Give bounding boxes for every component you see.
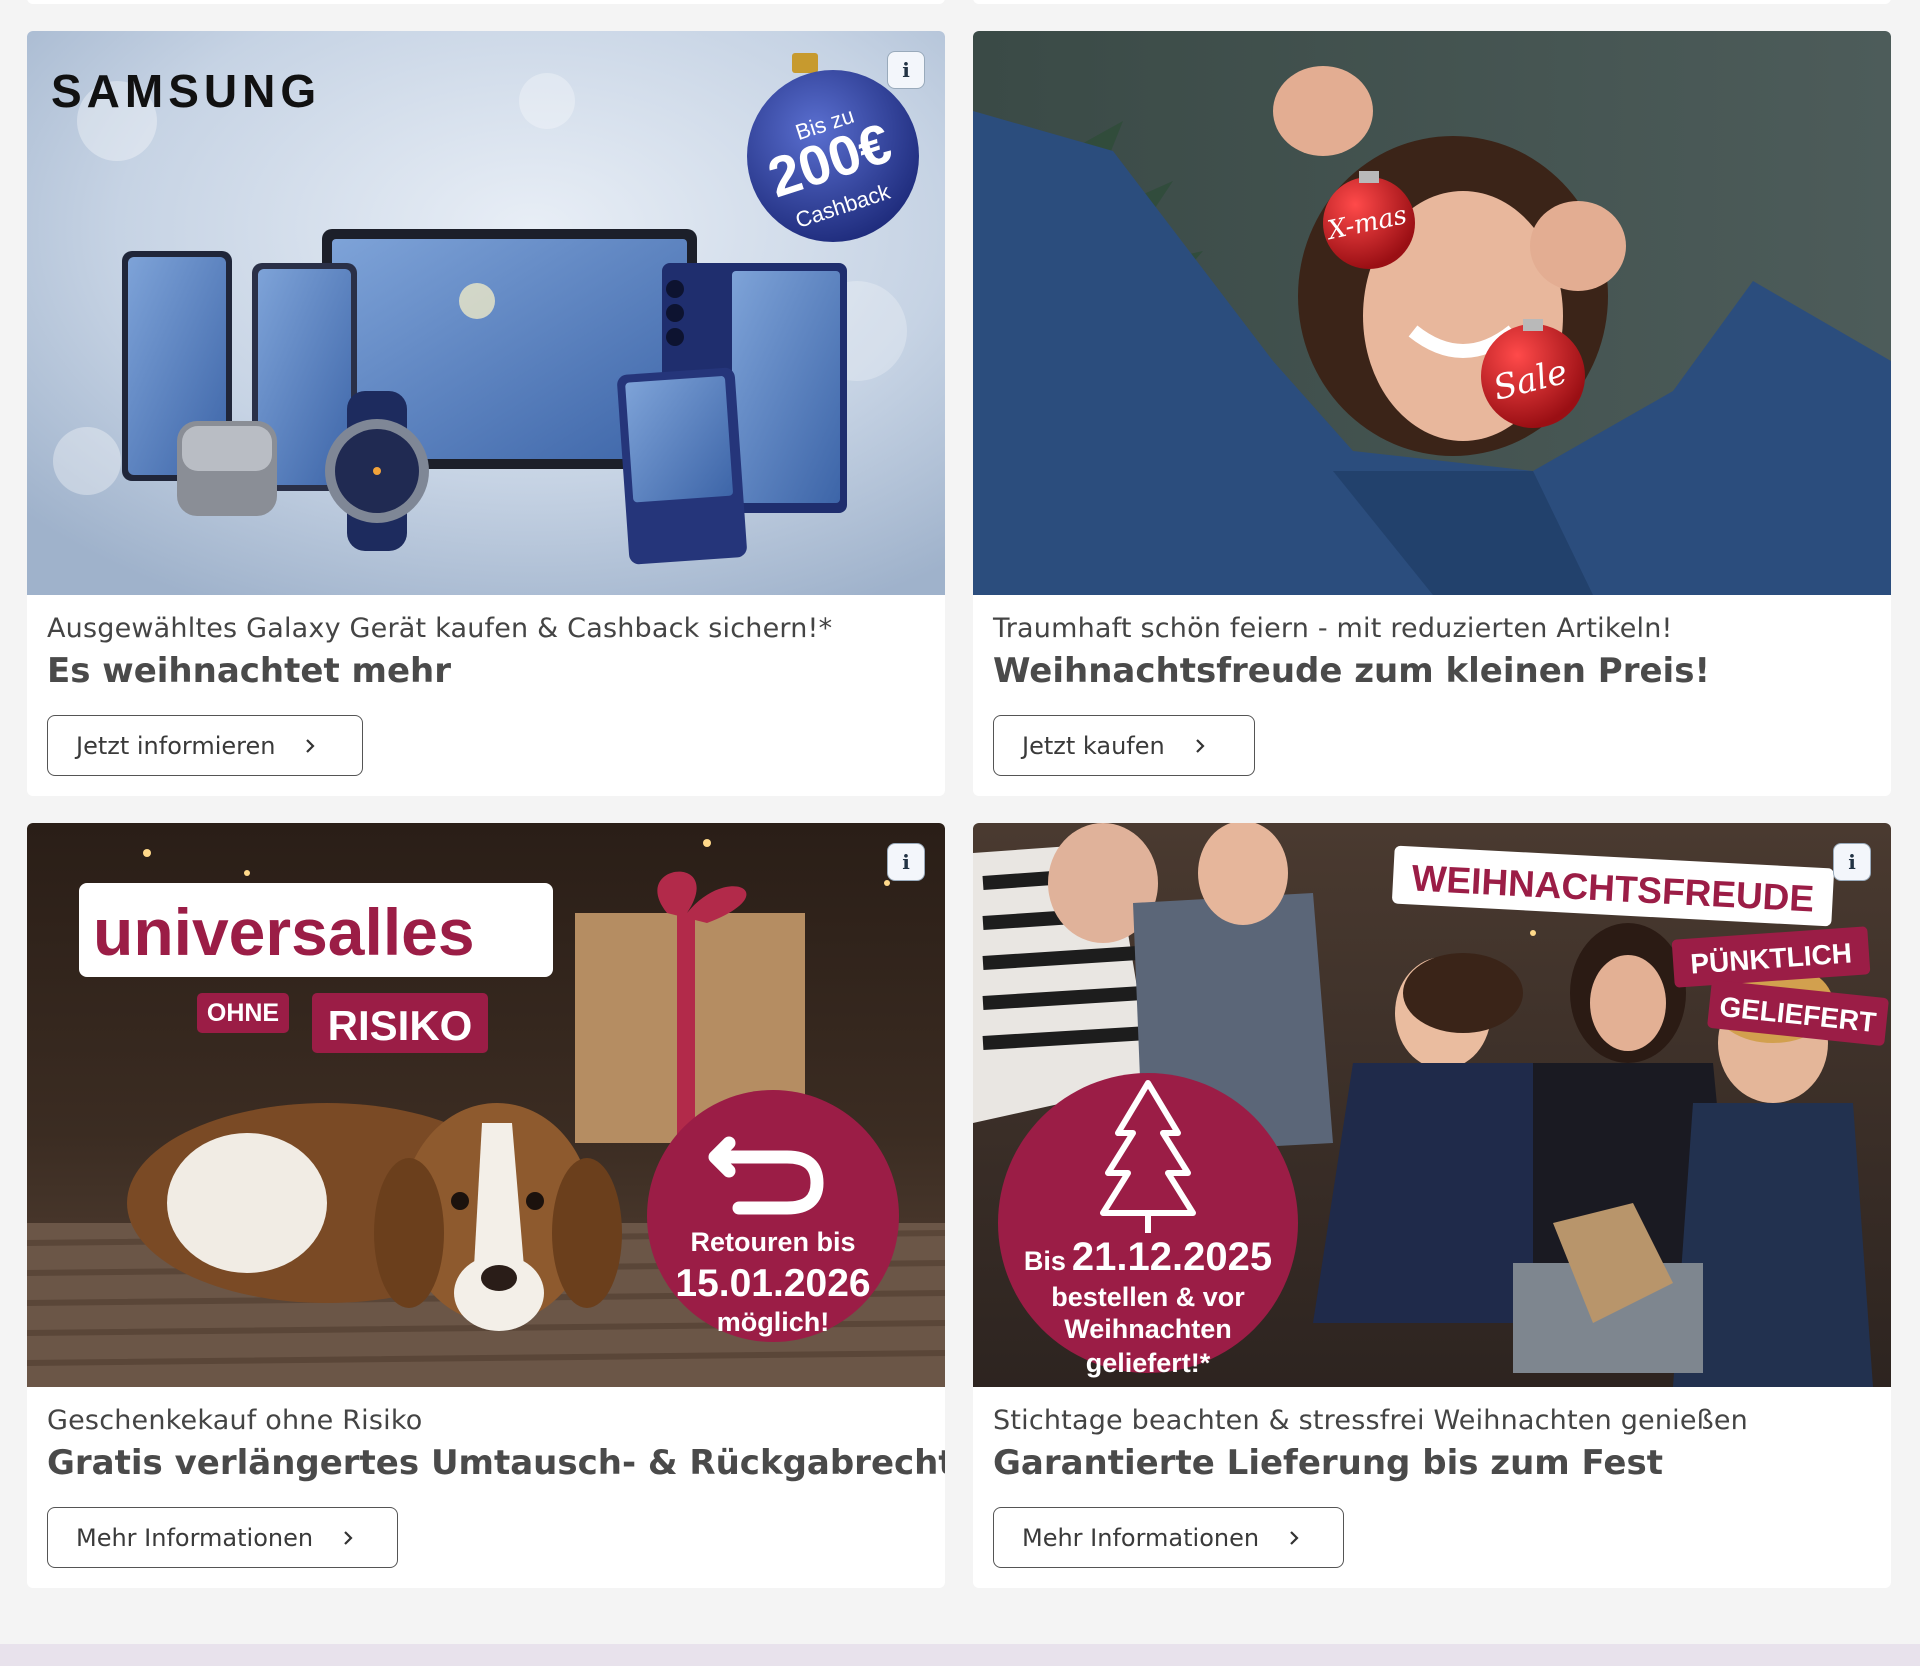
chevron-right-icon bbox=[344, 1530, 353, 1545]
badge-bis: Bis bbox=[1024, 1246, 1066, 1276]
previous-row-edge bbox=[0, 0, 1920, 8]
promo-text: Ausgewähltes Galaxy Gerät kaufen & Cashb… bbox=[47, 611, 925, 693]
badge-line1: Retouren bis bbox=[690, 1227, 855, 1257]
promo-image-sale[interactable]: X-mas Sale bbox=[973, 31, 1891, 595]
universalles-logo: universalles bbox=[93, 895, 475, 969]
promo-image-samsung[interactable]: Bis zu 200€ Cashback SAMSUNG bbox=[27, 31, 945, 595]
cta-label: Jetzt informieren bbox=[76, 731, 276, 760]
badge-line3: Weihnachten bbox=[1064, 1314, 1232, 1344]
cta-button[interactable]: Mehr Informationen bbox=[47, 1507, 398, 1568]
badge-line3: möglich! bbox=[717, 1307, 830, 1337]
promo-title: Es weihnachtet mehr bbox=[47, 651, 451, 691]
promo-text: Stichtage beachten & stressfrei Weihnach… bbox=[993, 1403, 1871, 1485]
previous-card-edge bbox=[973, 0, 1891, 4]
promo-subtitle: Stichtage beachten & stressfrei Weihnach… bbox=[993, 1405, 1748, 1436]
cta-label: Mehr Informationen bbox=[1022, 1523, 1260, 1552]
promo-card-samsung: Bis zu 200€ Cashback SAMSUNG i Ausgewähl… bbox=[27, 31, 945, 796]
promo-subtitle: Geschenkekauf ohne Risiko bbox=[47, 1405, 423, 1436]
promo-image-delivery[interactable]: WEIHNACHTSFREUDE PÜNKTLICH GELIEFERT Bis… bbox=[973, 823, 1891, 1387]
promo-subtitle: Ausgewähltes Galaxy Gerät kaufen & Cashb… bbox=[47, 613, 833, 644]
promo-image-returns[interactable]: universalles OHNE RISIKO Retouren bis 15… bbox=[27, 823, 945, 1387]
cta-button[interactable]: Mehr Informationen bbox=[993, 1507, 1344, 1568]
chevron-right-icon bbox=[1290, 1530, 1299, 1545]
cta-button[interactable]: Jetzt kaufen bbox=[993, 715, 1255, 776]
promo-text: Traumhaft schön feiern - mit reduzierten… bbox=[993, 611, 1871, 693]
info-icon[interactable]: i bbox=[1833, 843, 1871, 881]
tag-ohne: OHNE bbox=[207, 999, 279, 1027]
promo-text: Geschenkekauf ohne Risiko Gratis verläng… bbox=[47, 1403, 945, 1485]
promo-title: Weihnachtsfreude zum kleinen Preis! bbox=[993, 651, 1710, 691]
promo-card-sale: X-mas Sale Traumhaft schön feiern - mit … bbox=[973, 31, 1891, 796]
cta-button[interactable]: Jetzt informieren bbox=[47, 715, 363, 776]
tag-risiko: RISIKO bbox=[328, 1002, 473, 1049]
promo-subtitle: Traumhaft schön feiern - mit reduzierten… bbox=[993, 613, 1673, 644]
badge-date: 15.01.2026 bbox=[675, 1262, 870, 1305]
samsung-logo: SAMSUNG bbox=[51, 65, 321, 117]
badge-date: 21.12.2025 bbox=[1072, 1235, 1272, 1279]
previous-card-edge bbox=[27, 0, 945, 4]
cta-label: Jetzt kaufen bbox=[1022, 731, 1165, 760]
chevron-right-icon bbox=[306, 738, 316, 753]
promo-card-delivery: WEIHNACHTSFREUDE PÜNKTLICH GELIEFERT Bis… bbox=[973, 823, 1891, 1588]
badge-line2: bestellen & vor bbox=[1051, 1282, 1245, 1312]
promo-title: Gratis verlängertes Umtausch- & Rückgabr… bbox=[47, 1443, 945, 1483]
promo-card-returns: universalles OHNE RISIKO Retouren bis 15… bbox=[27, 823, 945, 1588]
next-section-band bbox=[0, 1644, 1920, 1666]
info-icon[interactable]: i bbox=[887, 843, 925, 881]
cta-label: Mehr Informationen bbox=[76, 1523, 314, 1552]
badge-line4: geliefert!* bbox=[1086, 1348, 1211, 1378]
info-icon[interactable]: i bbox=[887, 51, 925, 89]
promo-title: Garantierte Lieferung bis zum Fest bbox=[993, 1443, 1663, 1483]
chevron-right-icon bbox=[1195, 738, 1205, 753]
